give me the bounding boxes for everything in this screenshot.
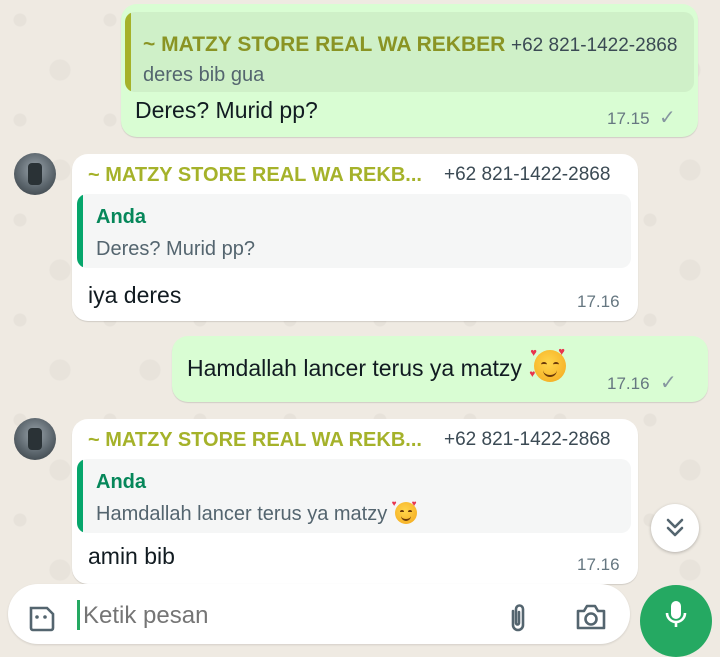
sent-check-icon: ✓ — [660, 372, 677, 394]
voice-record-button[interactable] — [640, 585, 712, 657]
scroll-to-bottom-button[interactable] — [651, 504, 699, 552]
message-time: 17.16 — [577, 292, 620, 311]
sent-check-icon: ✓ — [659, 107, 676, 129]
quoted-message[interactable]: Anda Deres? Murid pp? — [77, 194, 631, 268]
quoted-sender-phone: +62 821-1422-2868 — [511, 35, 678, 56]
message-time: 17.15 — [607, 109, 650, 128]
quoted-text: Hamdallah lancer terus ya matzy ♥ ♥ — [96, 499, 417, 526]
message-time: 17.16 — [577, 555, 620, 574]
avatar[interactable] — [14, 153, 56, 195]
sticker-icon[interactable] — [25, 602, 57, 634]
quoted-text: Deres? Murid pp? — [96, 238, 255, 260]
message-bubble-outgoing[interactable]: Hamdallah lancer terus ya matzy ♥ ♥ ♥ 17… — [172, 336, 708, 402]
quoted-message[interactable]: ~ MATZY STORE REAL WA REKBER +62 821-142… — [125, 12, 694, 92]
attach-icon[interactable] — [505, 601, 531, 635]
cursor — [77, 600, 80, 630]
message-text: Deres? Murid pp? — [135, 97, 318, 123]
avatar[interactable] — [14, 418, 56, 460]
quoted-message[interactable]: Anda Hamdallah lancer terus ya matzy ♥ ♥ — [77, 459, 631, 533]
message-input[interactable] — [81, 598, 465, 634]
message-time: 17.16 — [607, 374, 650, 393]
quoted-text-content: Hamdallah lancer terus ya matzy — [96, 503, 388, 525]
double-chevron-down-icon — [666, 518, 684, 537]
camera-icon[interactable] — [574, 602, 608, 632]
message-text: iya deres — [88, 282, 182, 308]
quoted-sender-name: ~ MATZY STORE REAL WA REKBER — [143, 33, 506, 56]
sender-name[interactable]: ~ MATZY STORE REAL WA REKB... — [88, 164, 422, 187]
message-composer — [8, 584, 630, 644]
message-bubble-incoming[interactable]: ~ MATZY STORE REAL WA REKB... +62 821-14… — [72, 419, 638, 584]
quote-bar — [125, 12, 131, 92]
sender-name[interactable]: ~ MATZY STORE REAL WA REKB... — [88, 429, 422, 452]
message-text: Hamdallah lancer terus ya matzy ♥ ♥ ♥ — [187, 346, 567, 386]
quoted-text: deres bib gua — [143, 64, 265, 86]
smiling-face-with-hearts-icon: ♥ ♥ ♥ — [529, 346, 567, 382]
message-text-content: Hamdallah lancer terus ya matzy — [187, 355, 522, 382]
message-bubble-outgoing[interactable]: ~ MATZY STORE REAL WA REKBER +62 821-142… — [121, 4, 698, 137]
message-bubble-incoming[interactable]: ~ MATZY STORE REAL WA REKB... +62 821-14… — [72, 154, 638, 321]
smiling-face-with-hearts-icon: ♥ ♥ — [392, 499, 417, 524]
quoted-sender-name: Anda — [96, 206, 146, 228]
message-text: amin bib — [88, 543, 175, 569]
quoted-sender-name: Anda — [96, 471, 146, 493]
quote-bar — [77, 459, 83, 533]
sender-phone: +62 821-1422-2868 — [444, 164, 611, 185]
sender-phone: +62 821-1422-2868 — [444, 429, 611, 450]
quote-bar — [77, 194, 83, 268]
